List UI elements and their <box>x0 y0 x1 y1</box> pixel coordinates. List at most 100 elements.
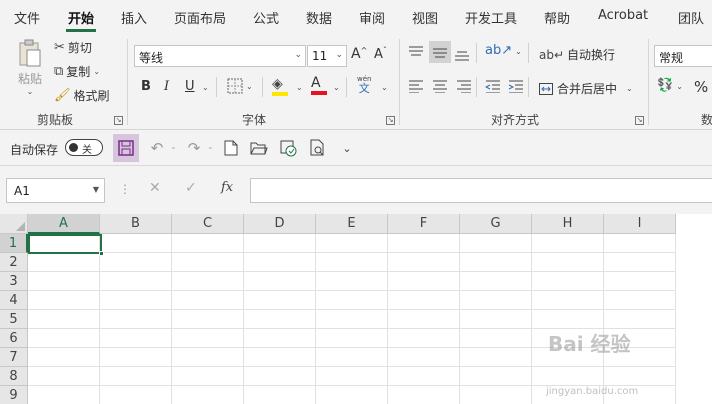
row-header-8[interactable]: 8 <box>0 367 28 386</box>
cell-f8[interactable] <box>388 367 460 386</box>
cell-b2[interactable] <box>100 253 172 272</box>
cell-d1[interactable] <box>244 234 316 253</box>
cell-i4[interactable] <box>604 291 676 310</box>
font-size-combobox[interactable]: 11 ⌄ <box>307 45 347 67</box>
cell-b7[interactable] <box>100 348 172 367</box>
row-header-9[interactable]: 9 <box>0 386 28 404</box>
cell-b8[interactable] <box>100 367 172 386</box>
shrink-font-button[interactable]: Aˇ <box>374 46 387 62</box>
tab-page-layout[interactable]: 页面布局 <box>174 8 226 27</box>
align-bottom-button[interactable] <box>454 47 470 61</box>
column-header-i[interactable]: I <box>604 214 676 234</box>
cell-a8[interactable] <box>28 367 100 386</box>
print-preview-button[interactable] <box>305 134 331 162</box>
column-header-f[interactable]: F <box>388 214 460 234</box>
percent-button[interactable]: % <box>694 78 708 96</box>
save-sync-button[interactable] <box>275 134 301 162</box>
cell-c7[interactable] <box>172 348 244 367</box>
font-name-combobox[interactable]: 等线 ⌄ <box>134 45 306 67</box>
select-all-button[interactable] <box>0 214 28 234</box>
wrap-text-button[interactable]: ab↵ 自动换行 <box>539 46 615 63</box>
align-center-button[interactable] <box>432 79 448 93</box>
open-file-button[interactable] <box>246 134 272 162</box>
row-header-3[interactable]: 3 <box>0 272 28 291</box>
cell-i1[interactable] <box>604 234 676 253</box>
cell-i8[interactable] <box>604 367 676 386</box>
number-format-combobox[interactable]: 常规 <box>654 45 712 67</box>
cell-c6[interactable] <box>172 329 244 348</box>
row-header-5[interactable]: 5 <box>0 310 28 329</box>
cell-g6[interactable] <box>460 329 532 348</box>
increase-indent-button[interactable] <box>508 79 524 93</box>
cell-d6[interactable] <box>244 329 316 348</box>
underline-button[interactable]: U <box>185 79 195 94</box>
cell-e7[interactable] <box>316 348 388 367</box>
autosave-toggle[interactable]: 关 <box>65 139 103 156</box>
italic-button[interactable]: I <box>164 79 169 94</box>
cell-h2[interactable] <box>532 253 604 272</box>
cell-d8[interactable] <box>244 367 316 386</box>
copy-button[interactable]: ⧉ 复制 ⌄ <box>54 63 100 80</box>
tab-formulas[interactable]: 公式 <box>253 8 279 27</box>
cell-c4[interactable] <box>172 291 244 310</box>
customize-qat-button[interactable]: ⌄ <box>334 134 360 162</box>
cell-a6[interactable] <box>28 329 100 348</box>
insert-function-button[interactable]: fx <box>221 180 233 195</box>
cell-e4[interactable] <box>316 291 388 310</box>
redo-button[interactable]: ↷ <box>181 134 207 162</box>
cell-a7[interactable] <box>28 348 100 367</box>
cell-d2[interactable] <box>244 253 316 272</box>
column-header-d[interactable]: D <box>244 214 316 234</box>
cell-h5[interactable] <box>532 310 604 329</box>
align-top-button[interactable] <box>408 45 424 59</box>
bold-button[interactable]: B <box>141 79 151 94</box>
cell-f2[interactable] <box>388 253 460 272</box>
fill-color-button[interactable]: ◈ <box>272 77 288 96</box>
cell-c9[interactable] <box>172 386 244 404</box>
tab-view[interactable]: 视图 <box>412 8 438 27</box>
cell-i2[interactable] <box>604 253 676 272</box>
column-header-g[interactable]: G <box>460 214 532 234</box>
cell-g1[interactable] <box>460 234 532 253</box>
merge-center-button[interactable]: 合并后居中 ⌄ <box>539 80 633 97</box>
tab-acrobat[interactable]: Acrobat <box>598 8 648 23</box>
formula-bar-grip[interactable]: ⋮ <box>119 182 131 196</box>
cell-b9[interactable] <box>100 386 172 404</box>
cell-d7[interactable] <box>244 348 316 367</box>
font-color-button[interactable]: A <box>311 76 327 95</box>
cell-a9[interactable] <box>28 386 100 404</box>
cell-e2[interactable] <box>316 253 388 272</box>
align-right-button[interactable] <box>456 79 472 93</box>
cell-c3[interactable] <box>172 272 244 291</box>
cell-g7[interactable] <box>460 348 532 367</box>
cell-b5[interactable] <box>100 310 172 329</box>
cell-b3[interactable] <box>100 272 172 291</box>
fill-handle[interactable] <box>99 251 104 256</box>
align-middle-button[interactable] <box>429 41 451 63</box>
cell-c1[interactable] <box>172 234 244 253</box>
formula-input[interactable] <box>250 178 712 203</box>
name-box[interactable]: A1 ▼ <box>6 178 105 203</box>
cell-i5[interactable] <box>604 310 676 329</box>
cell-g4[interactable] <box>460 291 532 310</box>
cell-e8[interactable] <box>316 367 388 386</box>
cell-a2[interactable] <box>28 253 100 272</box>
cell-h3[interactable] <box>532 272 604 291</box>
cancel-icon[interactable]: ✕ <box>149 180 161 196</box>
row-header-6[interactable]: 6 <box>0 329 28 348</box>
cell-f5[interactable] <box>388 310 460 329</box>
format-painter-button[interactable]: 🖌 格式刷 <box>54 87 110 104</box>
align-left-button[interactable] <box>408 79 424 93</box>
dialog-launcher-icon[interactable]: ↘ <box>114 116 123 125</box>
cell-h4[interactable] <box>532 291 604 310</box>
cell-d3[interactable] <box>244 272 316 291</box>
tab-help[interactable]: 帮助 <box>544 8 570 27</box>
undo-button[interactable]: ↶ <box>144 134 170 162</box>
cell-c2[interactable] <box>172 253 244 272</box>
row-header-1[interactable]: 1 <box>0 234 28 253</box>
cell-f6[interactable] <box>388 329 460 348</box>
cell-g8[interactable] <box>460 367 532 386</box>
cell-g9[interactable] <box>460 386 532 404</box>
decrease-indent-button[interactable] <box>485 79 501 93</box>
cell-g5[interactable] <box>460 310 532 329</box>
